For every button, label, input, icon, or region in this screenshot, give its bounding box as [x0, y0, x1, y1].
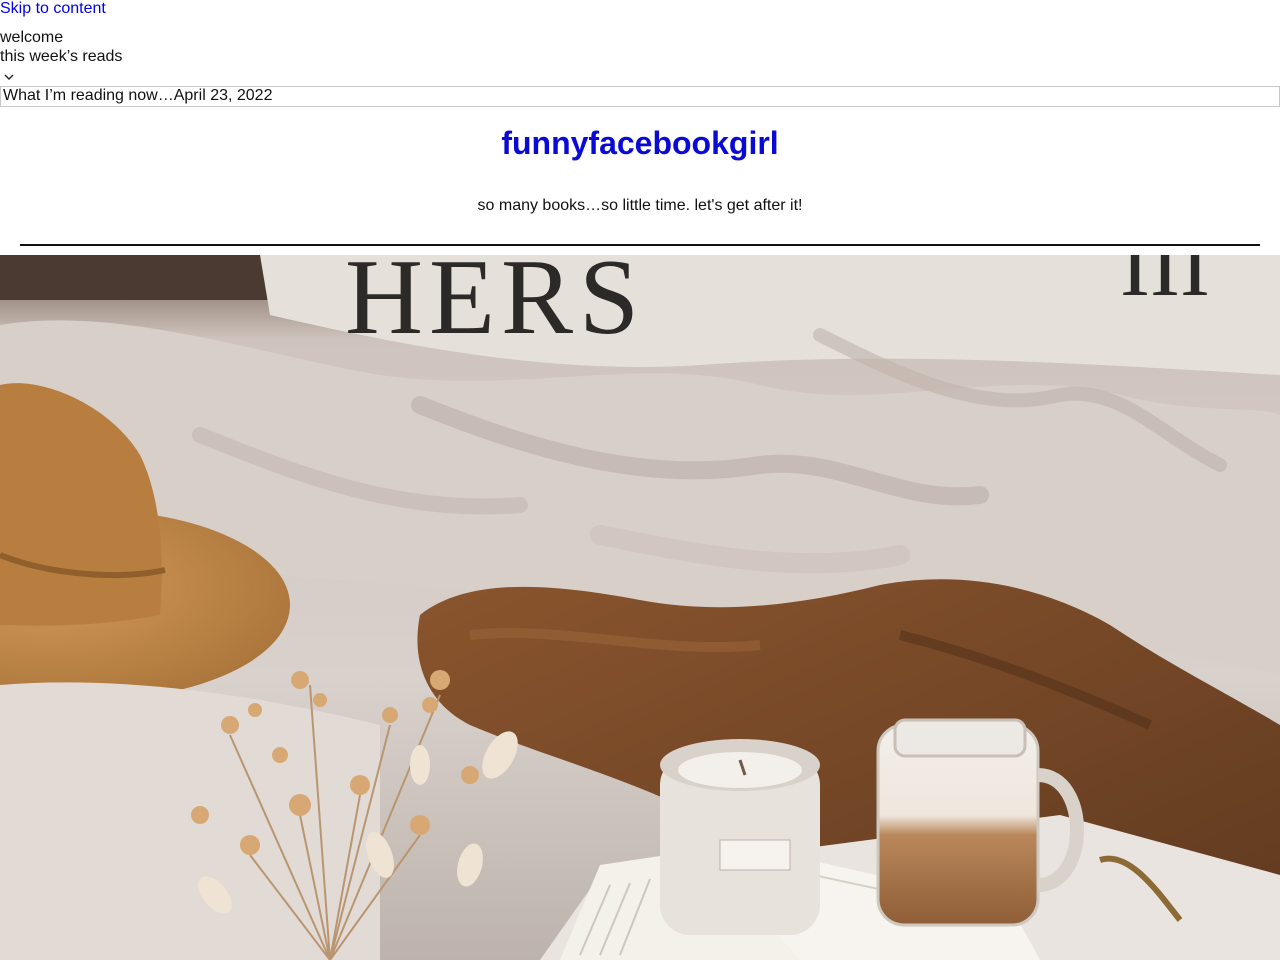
submenu-item-reading-now[interactable]: What I’m reading now…April 23, 2022	[3, 87, 272, 104]
pillow-lettering: HERS	[345, 255, 645, 357]
site-tagline: so many books…so little time. let's get …	[477, 197, 803, 214]
hero-image: HERS III	[0, 255, 1280, 960]
hero-photo: HERS III	[0, 255, 1280, 960]
chevron-down-icon[interactable]	[3, 72, 15, 82]
pillow-lettering-right: III	[1120, 255, 1210, 315]
main-nav: welcome this week’s reads	[0, 28, 122, 80]
lower-pillow	[0, 682, 380, 960]
site-title[interactable]: funnyfacebookgirl	[0, 124, 1280, 162]
candle	[660, 739, 820, 935]
submenu-dropdown[interactable]: What I’m reading now…April 23, 2022	[0, 86, 1280, 107]
nav-item-this-weeks-reads[interactable]: this week’s reads	[0, 47, 122, 66]
skip-to-content-link[interactable]: Skip to content	[0, 0, 106, 18]
header-divider	[20, 244, 1260, 246]
nav-item-welcome[interactable]: welcome	[0, 28, 122, 47]
